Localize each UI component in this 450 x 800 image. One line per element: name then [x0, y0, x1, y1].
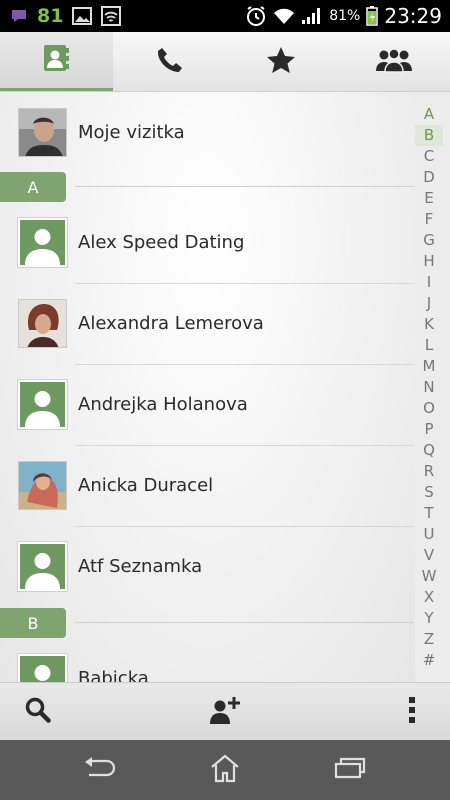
index-letter-k[interactable]: K	[415, 314, 443, 335]
notification-count: 81	[37, 5, 64, 27]
index-letter-m[interactable]: M	[415, 356, 443, 377]
section-header-b: B	[0, 608, 415, 638]
home-icon	[209, 753, 241, 787]
section-letter: A	[0, 172, 66, 202]
index-letter-z[interactable]: Z	[415, 629, 443, 650]
index-letter-d[interactable]: D	[415, 167, 443, 188]
index-letter-h[interactable]: H	[415, 251, 443, 272]
contacts-card-icon	[42, 43, 70, 77]
index-letter-s[interactable]: S	[415, 482, 443, 503]
phone-icon	[154, 45, 184, 79]
back-icon	[83, 757, 117, 783]
star-icon	[266, 45, 296, 79]
index-letter-x[interactable]: X	[415, 587, 443, 608]
index-letter-p[interactable]: P	[415, 419, 443, 440]
search-icon	[24, 696, 52, 728]
section-header-a: A	[0, 172, 415, 202]
index-letter-a[interactable]: A	[415, 104, 443, 125]
index-letter-o[interactable]: O	[415, 398, 443, 419]
overflow-menu-button[interactable]	[388, 683, 436, 741]
contact-name: Alex Speed Dating	[78, 232, 245, 253]
index-letter-hash[interactable]: #	[415, 650, 443, 671]
contact-placeholder-icon	[18, 380, 67, 429]
overflow-menu-icon	[408, 696, 416, 728]
index-letter-g[interactable]: G	[415, 230, 443, 251]
index-letter-r[interactable]: R	[415, 461, 443, 482]
index-letter-t[interactable]: T	[415, 503, 443, 524]
index-letter-f[interactable]: F	[415, 209, 443, 230]
section-letter: B	[0, 608, 66, 638]
index-letter-l[interactable]: L	[415, 335, 443, 356]
index-letter-v[interactable]: V	[415, 545, 443, 566]
battery-charging-icon	[366, 6, 379, 26]
home-button[interactable]	[180, 740, 270, 800]
back-button[interactable]	[55, 740, 145, 800]
system-navigation-bar	[0, 740, 450, 800]
avatar	[18, 461, 67, 510]
my-card-name: Moje vizitka	[78, 122, 185, 143]
clock: 23:29	[384, 4, 442, 28]
index-letter-q[interactable]: Q	[415, 440, 443, 461]
contact-name: Babicka	[78, 668, 149, 682]
list-item[interactable]: Alexandra Lemerova	[0, 283, 415, 364]
contact-name: Alexandra Lemerova	[78, 313, 264, 334]
index-letter-u[interactable]: U	[415, 524, 443, 545]
contact-placeholder-icon	[18, 218, 67, 267]
wifi-signal-notification-icon	[101, 6, 122, 26]
contact-placeholder-icon	[18, 654, 67, 682]
status-bar: 81 81% 23:29	[0, 0, 450, 32]
battery-percent: 81%	[329, 8, 361, 24]
cell-signal-icon	[301, 7, 323, 25]
contact-name: Andrejka Holanova	[78, 394, 248, 415]
tab-favorites[interactable]	[225, 32, 338, 91]
index-letter-n[interactable]: N	[415, 377, 443, 398]
bottom-toolbar	[0, 682, 450, 740]
index-letter-b[interactable]: B	[415, 125, 443, 146]
list-item[interactable]: Alex Speed Dating	[0, 202, 415, 283]
alphabet-index[interactable]: A B C D E F G H I J K L M N O P Q R S T …	[415, 104, 443, 682]
avatar	[18, 299, 67, 348]
list-item[interactable]: Andrejka Holanova	[0, 364, 415, 445]
contact-name: Atf Seznamka	[78, 556, 203, 577]
alarm-icon	[245, 5, 267, 27]
contact-name: Anicka Duracel	[78, 475, 214, 496]
tab-contacts[interactable]	[0, 32, 113, 91]
list-item[interactable]: Babicka	[0, 638, 415, 682]
index-letter-j[interactable]: J	[415, 293, 443, 314]
index-letter-i[interactable]: I	[415, 272, 443, 293]
tab-groups[interactable]	[338, 32, 450, 91]
index-letter-e[interactable]: E	[415, 188, 443, 209]
wifi-icon	[273, 7, 295, 25]
viber-notification-icon	[10, 8, 28, 24]
section-divider	[75, 186, 414, 187]
list-item[interactable]: Atf Seznamka	[0, 526, 415, 607]
groups-icon	[375, 46, 413, 78]
index-letter-c[interactable]: C	[415, 146, 443, 167]
index-letter-w[interactable]: W	[415, 566, 443, 587]
section-divider	[75, 622, 414, 623]
add-contact-button[interactable]	[193, 683, 257, 741]
tab-bar	[0, 32, 450, 92]
tab-phone[interactable]	[113, 32, 226, 91]
recent-apps-button[interactable]	[305, 740, 395, 800]
contact-list[interactable]: Moje vizitka A Alex Speed Dating Alexand…	[0, 92, 415, 682]
contact-placeholder-icon	[18, 542, 67, 591]
my-card-row[interactable]: Moje vizitka	[0, 92, 415, 173]
recent-apps-icon	[334, 757, 366, 783]
list-item[interactable]: Anicka Duracel	[0, 445, 415, 526]
image-notification-icon	[72, 7, 93, 25]
search-button[interactable]	[8, 683, 68, 741]
index-letter-y[interactable]: Y	[415, 608, 443, 629]
avatar	[18, 108, 67, 157]
add-contact-icon	[208, 695, 242, 729]
